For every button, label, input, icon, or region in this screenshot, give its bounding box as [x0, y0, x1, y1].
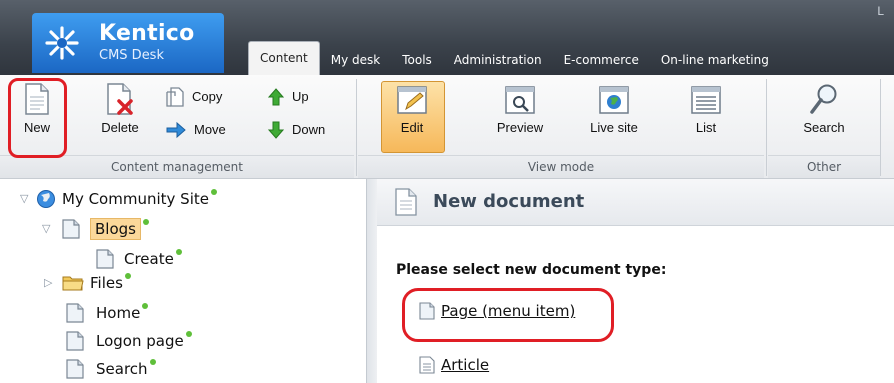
- kentico-star-icon: [45, 26, 79, 60]
- other-group-label: Other: [768, 155, 880, 178]
- site-globe-icon: [37, 190, 55, 208]
- status-dot: [175, 249, 182, 255]
- tree-label: Files: [90, 274, 123, 292]
- expand-arrow-icon[interactable]: ▷: [44, 271, 60, 295]
- status-dot: [142, 303, 149, 309]
- tab-my-desk[interactable]: My desk: [320, 45, 391, 75]
- list-button-label: List: [695, 120, 717, 135]
- move-icon: [166, 121, 186, 139]
- document-type-prompt: Please select new document type:: [396, 262, 667, 278]
- folder-icon: [62, 276, 84, 291]
- content-header: New document: [377, 179, 894, 226]
- status-dot: [185, 331, 192, 337]
- move-button[interactable]: Move: [166, 119, 226, 141]
- tree-node-search[interactable]: Search: [66, 357, 156, 381]
- edit-page-icon: [397, 86, 427, 114]
- preview-icon: [505, 86, 535, 114]
- content-management-group-label: Content management: [0, 155, 354, 178]
- page-title: New document: [433, 191, 585, 212]
- arrow-down-icon: [268, 121, 284, 139]
- header-corner-text[interactable]: L: [877, 4, 884, 18]
- tree-label: Create: [124, 250, 174, 268]
- up-button[interactable]: Up: [268, 86, 309, 108]
- doc-type-highlight-ring: [402, 288, 614, 342]
- tree-node-logon-page[interactable]: Logon page: [66, 329, 192, 353]
- down-button-label: Down: [292, 122, 326, 137]
- ribbon-toolbar: New Delete Copy Move Up Down Content man…: [0, 75, 894, 179]
- live-site-button[interactable]: Live site: [580, 85, 648, 135]
- article-icon: [419, 356, 435, 374]
- edit-button[interactable]: Edit: [384, 85, 440, 135]
- tab-tools[interactable]: Tools: [391, 45, 443, 75]
- status-dot: [142, 219, 149, 225]
- content-tree: ▽ My Community Site ▽ Blogs Create ▷ Fil…: [0, 179, 366, 383]
- live-site-globe-icon: [599, 86, 629, 114]
- tree-label: Search: [96, 360, 148, 378]
- doc-type-article[interactable]: Article: [419, 356, 489, 374]
- page-icon: [66, 331, 84, 351]
- arrow-up-icon: [268, 88, 284, 106]
- page-icon: [62, 219, 80, 239]
- tree-label: Logon page: [96, 332, 184, 350]
- tree-node-blogs[interactable]: ▽ Blogs: [42, 217, 149, 241]
- view-mode-group-label: View mode: [358, 155, 764, 178]
- pane-splitter[interactable]: [366, 179, 377, 383]
- tree-node-files[interactable]: ▷ Files: [44, 271, 131, 295]
- page-icon: [66, 303, 84, 323]
- tree-label-selected: Blogs: [90, 218, 141, 240]
- main-tabs: Content My desk Tools Administration E-c…: [248, 41, 780, 75]
- up-button-label: Up: [292, 89, 309, 104]
- new-button-highlight-ring: [8, 78, 67, 158]
- document-icon: [395, 188, 417, 216]
- delete-document-icon: [107, 83, 133, 115]
- list-view-icon: [691, 86, 721, 114]
- delete-button[interactable]: Delete: [92, 83, 148, 135]
- ribbon-separator: [766, 79, 767, 176]
- tree-node-home[interactable]: Home: [66, 301, 149, 325]
- tab-on-line-marketing[interactable]: On-line marketing: [650, 45, 780, 75]
- delete-button-label: Delete: [101, 120, 139, 135]
- search-button-label: Search: [803, 120, 845, 135]
- doc-type-label[interactable]: Article: [441, 356, 489, 374]
- kentico-logo[interactable]: Kentico CMS Desk: [32, 13, 224, 73]
- page-icon: [66, 359, 84, 379]
- tab-administration[interactable]: Administration: [443, 45, 553, 75]
- logo-subtitle: CMS Desk: [99, 48, 164, 63]
- preview-button[interactable]: Preview: [488, 85, 552, 135]
- content-pane: New document Please select new document …: [377, 179, 894, 383]
- move-button-label: Move: [194, 122, 226, 137]
- tree-node-root[interactable]: ▽ My Community Site: [20, 187, 217, 211]
- search-button[interactable]: Search: [796, 83, 852, 135]
- top-header: Kentico CMS Desk L Content My desk Tools…: [0, 0, 894, 75]
- tab-e-commerce[interactable]: E-commerce: [553, 45, 650, 75]
- expand-arrow-icon[interactable]: ▽: [42, 217, 58, 241]
- edit-button-label: Edit: [400, 120, 424, 135]
- page-icon: [96, 249, 114, 269]
- preview-button-label: Preview: [496, 120, 544, 135]
- status-dot: [124, 273, 131, 279]
- copy-button[interactable]: Copy: [166, 86, 222, 108]
- search-magnifier-icon: [810, 84, 837, 114]
- status-dot: [210, 189, 217, 195]
- status-dot: [149, 359, 156, 365]
- tree-node-create[interactable]: Create: [96, 247, 182, 271]
- logo-title: Kentico: [99, 21, 195, 46]
- expand-arrow-icon[interactable]: ▽: [20, 187, 34, 211]
- down-button[interactable]: Down: [268, 119, 325, 141]
- tree-root-label: My Community Site: [62, 190, 209, 208]
- copy-icon: [166, 87, 184, 107]
- tab-content[interactable]: Content: [248, 41, 320, 75]
- live-site-button-label: Live site: [590, 120, 638, 135]
- copy-button-label: Copy: [192, 89, 223, 104]
- list-button[interactable]: List: [680, 85, 732, 135]
- ribbon-separator: [880, 79, 881, 176]
- ribbon-separator: [356, 79, 357, 176]
- tree-label: Home: [96, 304, 141, 322]
- other-group: Search Other: [768, 75, 880, 178]
